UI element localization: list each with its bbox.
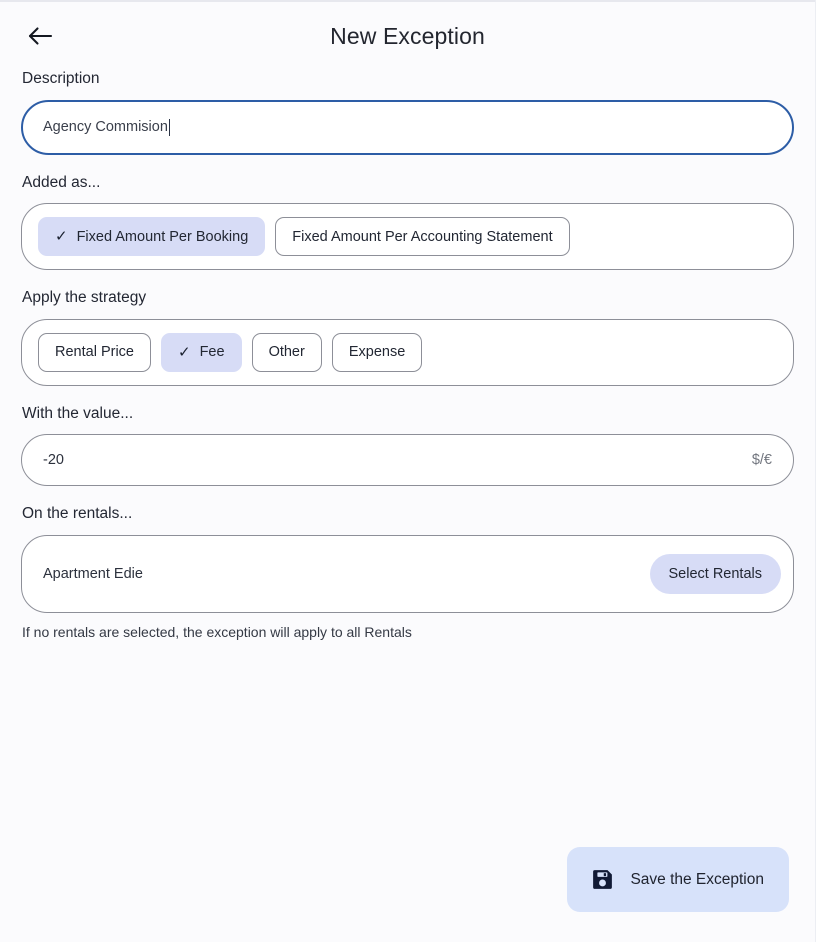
chip-label: Fixed Amount Per Booking [76,228,249,245]
description-value: Agency Commision [43,119,168,136]
new-exception-screen: New Exception Description Agency Commisi… [0,2,815,942]
save-exception-button[interactable]: Save the Exception [567,847,789,912]
selected-rental-name: Apartment Edie [43,565,143,582]
rentals-helper-text: If no rentals are selected, the exceptio… [22,623,412,640]
scrollbar-gutter[interactable] [815,0,828,942]
strategy-section: Apply the strategy Rental Price ✓ Fee Ot… [21,289,794,386]
value-input[interactable]: -20 $/€ [21,434,794,487]
chip-expense[interactable]: Expense [331,332,423,372]
arrow-left-icon [27,25,53,47]
description-label: Description [22,70,100,87]
value-text: -20 [43,452,64,469]
chip-label: Other [268,344,305,361]
save-button-label: Save the Exception [630,870,764,888]
chip-label: Expense [348,344,406,361]
form-content: Description Agency Commision Added as...… [0,70,815,640]
chip-fixed-amount-per-booking[interactable]: ✓ Fixed Amount Per Booking [38,217,266,257]
currency-suffix: $/€ [751,452,772,469]
check-icon: ✓ [177,343,191,361]
chip-label: Rental Price [55,344,134,361]
text-caret [168,118,171,136]
chip-fee[interactable]: ✓ Fee [160,332,242,372]
check-icon: ✓ [55,228,68,246]
chip-other[interactable]: Other [251,332,322,372]
value-section: With the value... -20 $/€ [21,405,794,487]
rentals-label: On the rentals... [22,505,133,523]
chip-rental-price[interactable]: Rental Price [38,332,151,372]
app-header: New Exception [0,2,815,70]
strategy-label: Apply the strategy [22,289,147,307]
rentals-box: Apartment Edie Select Rentals [21,534,794,613]
floppy-disk-save-icon [590,867,615,892]
strategy-options: Rental Price ✓ Fee Other Expense [21,318,794,386]
added-as-options: ✓ Fixed Amount Per Booking Fixed Amount … [21,203,794,271]
added-as-section: Added as... ✓ Fixed Amount Per Booking F… [21,174,794,271]
back-button[interactable] [22,18,58,54]
value-label: With the value... [22,404,134,422]
chip-fixed-amount-per-accounting-statement[interactable]: Fixed Amount Per Accounting Statement [275,217,570,257]
select-rentals-button[interactable]: Select Rentals [649,553,781,594]
added-as-label: Added as... [22,173,101,191]
chip-label: Fee [199,344,225,361]
rentals-section: On the rentals... Apartment Edie Select … [21,505,794,640]
page-title: New Exception [330,22,485,49]
description-section: Description Agency Commision [21,70,794,155]
description-input[interactable]: Agency Commision [21,99,794,155]
chip-label: Fixed Amount Per Accounting Statement [292,228,553,245]
